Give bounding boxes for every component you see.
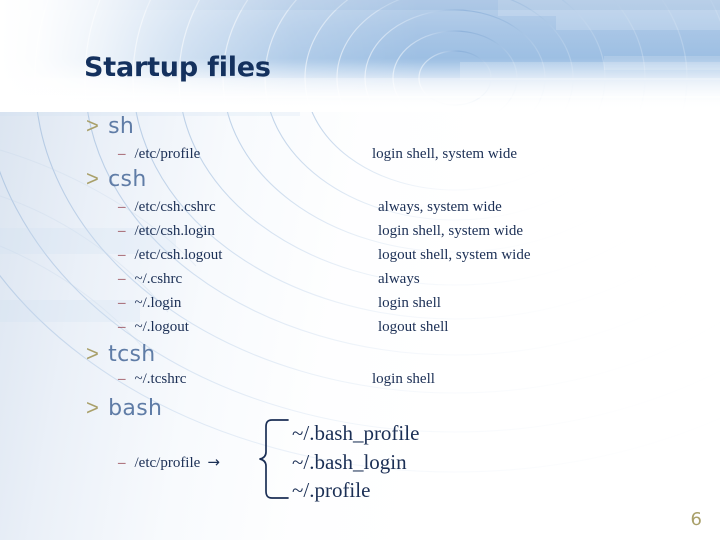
- list-item: –/etc/profile →: [118, 453, 220, 472]
- list-item-file: /etc/csh.logout: [134, 247, 223, 263]
- list-item: –/etc/csh.logout: [118, 247, 222, 264]
- bullet-marker-icon: >: [86, 166, 100, 191]
- bullet-marker-icon: >: [86, 341, 100, 366]
- list-item: –/etc/csh.login: [118, 223, 215, 240]
- dash-marker-icon: –: [118, 247, 126, 263]
- brace-list-item: ~/.bash_profile: [292, 421, 420, 445]
- list-item: – ~/.login: [118, 295, 181, 312]
- list-item: –/etc/csh.cshrc: [118, 199, 216, 216]
- list-item-description: login shell, system wide: [378, 223, 523, 239]
- brace-icon: [259, 419, 289, 499]
- list-item-description: logout shell, system wide: [378, 247, 531, 263]
- slide: Startup files > sh –/etc/profile login sh…: [0, 0, 720, 540]
- dash-marker-icon: –: [118, 146, 126, 162]
- section-heading-label: sh: [108, 114, 135, 139]
- list-item-description: login shell: [378, 295, 441, 311]
- list-item: – ~/.cshrc: [118, 271, 182, 288]
- dash-marker-icon: –: [118, 371, 126, 387]
- section-heading-label: csh: [108, 167, 147, 192]
- dash-marker-icon: –: [118, 319, 126, 335]
- brace-list-item: ~/.bash_login: [292, 450, 407, 474]
- list-item: – ~/.tcshrc: [118, 371, 186, 388]
- list-item-description: always: [378, 271, 420, 287]
- list-item-description: always, system wide: [378, 199, 502, 215]
- list-item-description: login shell, system wide: [372, 146, 517, 162]
- dash-marker-icon: –: [118, 295, 126, 311]
- dash-marker-icon: –: [118, 199, 126, 215]
- arrow-right-icon: →: [207, 453, 220, 471]
- list-item: – ~/.logout: [118, 319, 189, 336]
- bullet-marker-icon: >: [86, 395, 100, 420]
- section-heading-sh: > sh: [86, 113, 134, 139]
- page-number: 6: [690, 509, 702, 530]
- dash-marker-icon: –: [118, 223, 126, 239]
- list-item-file: ~/.cshrc: [134, 271, 183, 287]
- list-item-description: login shell: [372, 371, 435, 387]
- list-item-file: /etc/csh.cshrc: [134, 199, 216, 215]
- list-item: –/etc/profile: [118, 146, 200, 163]
- list-item-file: ~/.tcshrc: [134, 371, 187, 387]
- slide-content: > sh –/etc/profile login shell, system wi…: [0, 0, 720, 540]
- dash-marker-icon: –: [118, 271, 126, 287]
- section-heading-tcsh: > tcsh: [86, 341, 155, 367]
- list-item-file: /etc/csh.login: [134, 223, 215, 239]
- list-item-file: /etc/profile: [134, 455, 201, 471]
- section-heading-csh: > csh: [86, 166, 147, 192]
- brace-list-item: ~/.profile: [292, 478, 371, 502]
- list-item-file: ~/.logout: [134, 319, 189, 335]
- dash-marker-icon: –: [118, 455, 126, 471]
- list-item-file: /etc/profile: [134, 146, 201, 162]
- section-heading-label: bash: [108, 396, 163, 421]
- section-heading-label: tcsh: [108, 342, 156, 367]
- list-item-description: logout shell: [378, 319, 449, 335]
- bullet-marker-icon: >: [86, 113, 100, 138]
- section-heading-bash: > bash: [86, 395, 162, 421]
- list-item-file: ~/.login: [134, 295, 182, 311]
